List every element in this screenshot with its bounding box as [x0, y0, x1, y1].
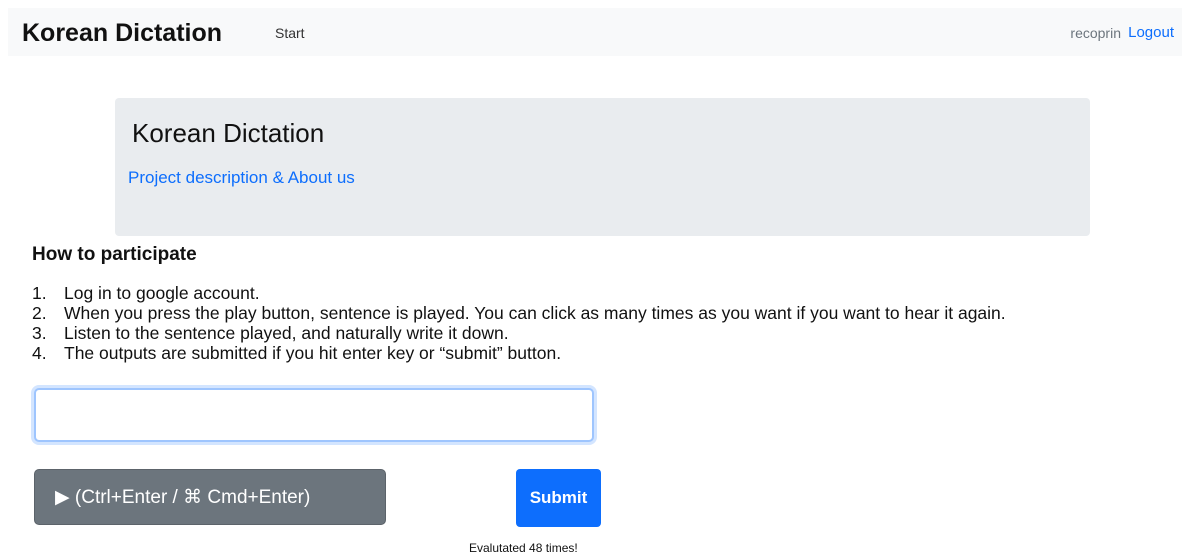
list-item: 3. Listen to the sentence played, and nat…: [32, 323, 1006, 343]
dictation-input[interactable]: [34, 388, 594, 442]
nav-start-link[interactable]: Start: [275, 25, 305, 41]
navbar: Korean Dictation Start recoprin Logout: [8, 8, 1182, 56]
step-number: 3.: [32, 323, 47, 343]
step-number: 1.: [32, 283, 47, 303]
jumbotron-title: Korean Dictation: [132, 118, 325, 148]
instruction-list: 1. Log in to google account. 2. When you p…: [32, 283, 1006, 363]
username-label: recoprin: [1070, 25, 1121, 41]
how-to-participate-heading: How to participate: [32, 244, 197, 265]
project-description-link[interactable]: Project description & About us: [128, 168, 355, 188]
logout-link[interactable]: Logout: [1128, 24, 1174, 41]
step-text: Log in to google account.: [64, 283, 260, 303]
list-item: 2. When you press the play button, senten…: [32, 303, 1006, 323]
list-item: 1. Log in to google account.: [32, 283, 1006, 303]
step-text: The outputs are submitted if you hit ent…: [64, 343, 562, 363]
submit-button[interactable]: Submit: [516, 469, 601, 527]
step-text: When you press the play button, sentence…: [64, 303, 1006, 323]
step-number: 4.: [32, 343, 47, 363]
step-number: 2.: [32, 303, 47, 323]
list-item: 4. The outputs are submitted if you hit e…: [32, 343, 1006, 363]
play-button[interactable]: ▶ (Ctrl+Enter / ⌘ Cmd+Enter): [34, 469, 386, 525]
evaluation-count: Evalutated 48 times!: [469, 541, 578, 555]
jumbotron: Korean Dictation Project description & A…: [115, 98, 1090, 236]
brand-title[interactable]: Korean Dictation: [22, 18, 222, 48]
step-text: Listen to the sentence played, and natur…: [64, 323, 509, 343]
